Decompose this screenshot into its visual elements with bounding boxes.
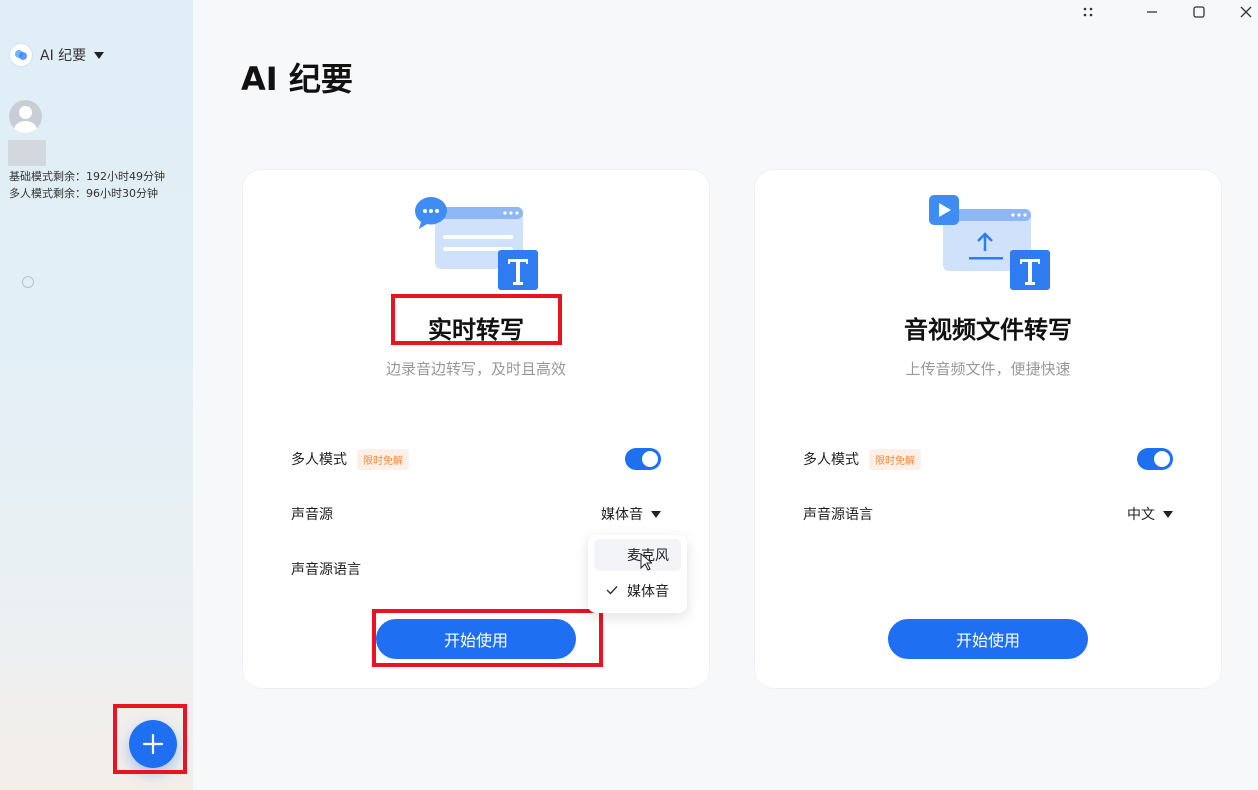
multi-mode-label: 多人模式: [803, 452, 859, 468]
new-record-button[interactable]: [129, 720, 177, 768]
minimize-icon[interactable]: [1132, 0, 1172, 24]
chevron-down-icon: [651, 510, 661, 518]
quota-multi: 多人模式剩余：96小时30分钟: [9, 187, 158, 200]
limited-free-badge: 限时免解: [357, 448, 409, 470]
card-title: 实时转写: [428, 316, 524, 344]
source-select[interactable]: 媒体音: [601, 504, 661, 524]
dropdown-option-microphone[interactable]: 麦克风: [594, 539, 681, 571]
source-row: 声音源 媒体音: [291, 499, 661, 529]
file-upload-illustration-icon: [929, 195, 1050, 290]
language-select[interactable]: 中文: [1127, 504, 1173, 524]
language-row: 声音源语言 中文: [803, 499, 1173, 529]
chevron-down-icon: [94, 51, 105, 59]
start-file-button[interactable]: 开始使用: [888, 619, 1088, 659]
language-label: 声音源语言: [291, 562, 361, 578]
multi-mode-row: 多人模式 限时免解: [291, 444, 661, 474]
multi-mode-label: 多人模式: [291, 452, 347, 468]
app-name: AI 纪要: [40, 48, 87, 64]
sidebar: AI 纪要 基础模式剩余：192小时49分钟 多人模式剩余：96小时30分钟: [0, 0, 193, 790]
start-realtime-button[interactable]: 开始使用: [376, 619, 576, 659]
file-transcribe-card: 音视频文件转写 上传音频文件，便捷快速 多人模式 限时免解 声音源语言 中文 开始…: [755, 170, 1221, 688]
realtime-illustration-icon: [415, 197, 538, 290]
search-icon[interactable]: [22, 276, 34, 288]
check-icon: [606, 586, 618, 595]
limited-free-badge: 限时免解: [869, 448, 921, 470]
page-title: AI 纪要: [241, 60, 353, 98]
dropdown-option-media[interactable]: 媒体音: [594, 575, 681, 607]
maximize-icon[interactable]: [1179, 0, 1219, 24]
app-logo-icon: [10, 44, 32, 66]
language-value: 中文: [1127, 507, 1155, 523]
close-icon[interactable]: [1226, 0, 1258, 24]
mouse-cursor-icon: [640, 553, 652, 571]
card-subtitle: 上传音频文件，便捷快速: [905, 360, 1071, 378]
source-label: 声音源: [291, 507, 333, 523]
chevron-down-icon: [1163, 510, 1173, 518]
card-subtitle: 边录音边转写，及时且高效: [385, 360, 566, 378]
app-switcher[interactable]: AI 纪要: [10, 44, 105, 66]
plus-icon: [142, 733, 164, 755]
language-label: 声音源语言: [803, 507, 873, 523]
multi-mode-toggle[interactable]: [625, 448, 661, 470]
multi-mode-row: 多人模式 限时免解: [803, 444, 1173, 474]
card-title: 音视频文件转写: [904, 316, 1072, 344]
quota-basic: 基础模式剩余：192小时49分钟: [9, 170, 165, 183]
multi-mode-toggle[interactable]: [1137, 448, 1173, 470]
source-value: 媒体音: [601, 507, 643, 523]
source-dropdown-menu: 麦克风 媒体音: [588, 535, 687, 613]
grid-menu-icon[interactable]: [1068, 0, 1108, 24]
option-label: 媒体音: [627, 584, 669, 600]
avatar[interactable]: [9, 100, 42, 133]
username-redacted: [8, 140, 46, 166]
